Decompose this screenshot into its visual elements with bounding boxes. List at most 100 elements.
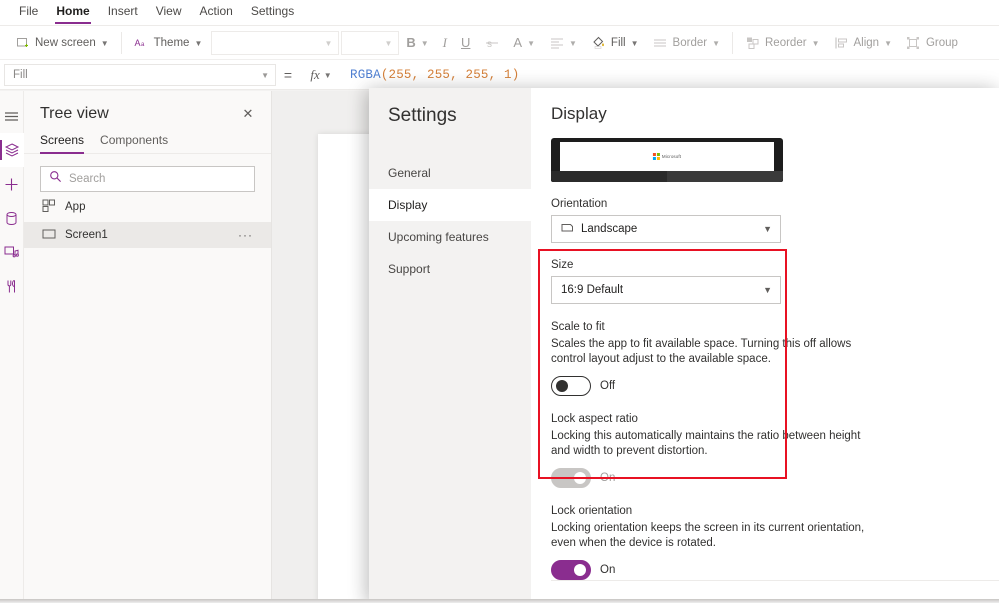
lock-orientation-state: On bbox=[600, 564, 616, 576]
rail-item-data[interactable] bbox=[0, 201, 24, 235]
search-placeholder: Search bbox=[69, 173, 106, 185]
rail-item-insert[interactable] bbox=[0, 167, 24, 201]
size-select[interactable]: 16:9 Default ▼ bbox=[551, 276, 781, 304]
font-family-select[interactable]: ▼ bbox=[211, 30, 340, 55]
more-options-icon[interactable]: ··· bbox=[238, 228, 271, 242]
close-icon[interactable]: ✕ bbox=[239, 105, 257, 123]
rail-item-hamburger-menu[interactable] bbox=[0, 99, 24, 133]
menu-item-home[interactable]: Home bbox=[47, 0, 98, 24]
scale-to-fit-state: Off bbox=[600, 380, 616, 392]
rail-item-tree-view[interactable] bbox=[0, 133, 24, 167]
menu-item-file[interactable]: File bbox=[10, 0, 47, 23]
menu-item-settings[interactable]: Settings bbox=[242, 0, 303, 23]
menu-bar: File Home Insert View Action Settings bbox=[0, 0, 999, 26]
fx-label: fx bbox=[310, 66, 320, 82]
toggle-knob bbox=[574, 564, 586, 576]
settings-nav-list: General Display Upcoming features Suppor… bbox=[369, 157, 531, 285]
toggle-knob bbox=[556, 380, 568, 392]
tools-icon bbox=[4, 279, 19, 294]
search-input[interactable]: Search bbox=[40, 166, 255, 192]
device-base-shade bbox=[667, 171, 783, 182]
lock-aspect-ratio-title: Lock aspect ratio bbox=[551, 413, 638, 425]
media-icon bbox=[4, 244, 20, 260]
align-text-icon bbox=[549, 35, 564, 50]
layers-icon bbox=[4, 142, 20, 158]
new-screen-button[interactable]: New screen ▼ bbox=[8, 30, 116, 56]
scale-to-fit-title: Scale to fit bbox=[551, 321, 605, 333]
group-icon bbox=[906, 35, 921, 50]
lock-aspect-ratio-toggle[interactable] bbox=[551, 468, 591, 488]
fill-label: Fill bbox=[610, 36, 626, 49]
strikethrough-icon: s bbox=[484, 35, 499, 50]
rail-item-media[interactable] bbox=[0, 235, 24, 269]
formula-bar: Fill ▼ = fx ▼ RGBA(255, 255, 255, 1) bbox=[0, 60, 999, 90]
underline-label: U bbox=[461, 35, 471, 50]
italic-label: I bbox=[442, 34, 448, 50]
settings-nav-upcoming-features[interactable]: Upcoming features bbox=[369, 221, 531, 253]
microsoft-logo-squares bbox=[652, 153, 660, 160]
app-icon bbox=[42, 199, 56, 216]
equals-sign: = bbox=[283, 66, 293, 83]
orientation-select[interactable]: Landscape ▼ bbox=[551, 215, 781, 243]
fx-button[interactable]: fx ▼ bbox=[300, 62, 342, 88]
hamburger-menu-icon bbox=[4, 109, 19, 124]
scale-to-fit-description: Scales the app to fit available space. T… bbox=[551, 338, 852, 365]
group-button[interactable]: Group bbox=[899, 30, 965, 56]
rail-item-advanced-tools[interactable] bbox=[0, 269, 24, 303]
tree-row-app[interactable]: App bbox=[24, 194, 271, 220]
orientation-value: Landscape bbox=[581, 223, 638, 235]
property-select-value: Fill bbox=[13, 68, 28, 81]
tab-components[interactable]: Components bbox=[100, 133, 168, 153]
lock-orientation-toggle[interactable] bbox=[551, 560, 591, 580]
settings-dialog: Settings General Display Upcoming featur… bbox=[369, 88, 999, 603]
menu-item-insert[interactable]: Insert bbox=[99, 0, 147, 23]
strikethrough-button[interactable]: s bbox=[477, 30, 506, 56]
chevron-down-icon: ▼ bbox=[384, 39, 393, 48]
settings-nav: Settings General Display Upcoming featur… bbox=[369, 88, 531, 603]
panel-title: Display bbox=[551, 104, 607, 123]
divider bbox=[120, 31, 122, 54]
reorder-button[interactable]: Reorder ▼ bbox=[738, 30, 826, 56]
divider bbox=[551, 580, 999, 581]
tab-screens[interactable]: Screens bbox=[40, 133, 85, 154]
lock-orientation-description: Locking orientation keeps the screen in … bbox=[551, 522, 865, 549]
bold-button[interactable]: B ▼ bbox=[399, 30, 435, 56]
font-size-select[interactable]: ▼ bbox=[341, 30, 400, 55]
orientation-label: Orientation bbox=[551, 198, 608, 210]
text-align-button[interactable]: ▼ bbox=[542, 30, 584, 56]
fill-button[interactable]: Fill ▼ bbox=[584, 30, 646, 56]
chevron-down-icon: ▼ bbox=[194, 39, 203, 48]
lock-aspect-ratio-description: Locking this automatically maintains the… bbox=[551, 430, 861, 457]
chevron-down-icon: ▼ bbox=[324, 39, 333, 48]
settings-nav-general[interactable]: General bbox=[369, 157, 531, 189]
font-color-button[interactable]: A ▼ bbox=[506, 30, 542, 56]
formula-input[interactable]: RGBA(255, 255, 255, 1) bbox=[342, 60, 999, 89]
property-select[interactable]: Fill ▼ bbox=[4, 63, 276, 86]
divider bbox=[732, 31, 733, 54]
font-color-label: A bbox=[513, 35, 523, 50]
border-button[interactable]: Border ▼ bbox=[646, 30, 727, 56]
formula-args-token: 255, 255, 255, 1 bbox=[388, 67, 512, 82]
italic-button[interactable]: I bbox=[436, 30, 454, 56]
underline-button[interactable]: U bbox=[454, 30, 477, 56]
align-objects-icon bbox=[833, 35, 848, 50]
align-objects-button[interactable]: Align ▼ bbox=[826, 30, 899, 56]
align-objects-label: Align bbox=[853, 36, 880, 49]
border-label: Border bbox=[672, 36, 708, 49]
toggle-knob bbox=[574, 472, 586, 484]
menu-item-view[interactable]: View bbox=[147, 0, 191, 23]
scale-to-fit-toggle[interactable] bbox=[551, 376, 591, 396]
tree-row-screen1[interactable]: Screen1 ··· bbox=[24, 222, 271, 248]
group-label: Group bbox=[925, 36, 958, 49]
device-preview: Microsoft bbox=[551, 138, 783, 182]
svg-text:A: A bbox=[135, 38, 141, 48]
fill-bucket-icon bbox=[591, 35, 606, 50]
chevron-down-icon: ▼ bbox=[527, 39, 535, 48]
ribbon-toolbar: New screen ▼ Aa Theme ▼ ▼ ▼ B ▼ I U s A … bbox=[0, 26, 999, 60]
settings-nav-display[interactable]: Display bbox=[369, 189, 531, 221]
theme-button[interactable]: Aa Theme ▼ bbox=[127, 30, 210, 56]
settings-nav-support[interactable]: Support bbox=[369, 253, 531, 285]
menu-item-action[interactable]: Action bbox=[191, 0, 242, 23]
tree-row-label: App bbox=[65, 201, 86, 213]
chevron-down-icon: ▼ bbox=[763, 224, 772, 234]
